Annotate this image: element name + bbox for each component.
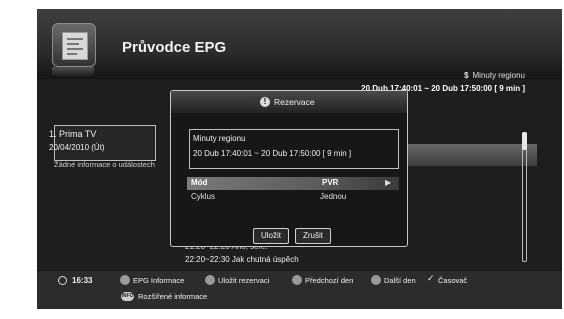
region-minutes-label: $ Minuty regionu xyxy=(464,71,525,80)
check-icon: ✓ xyxy=(427,273,435,283)
epg-info-hint[interactable]: EPG Informace xyxy=(133,276,184,285)
epg-header: Průvodce EPG xyxy=(37,9,562,79)
info-icon: ! xyxy=(260,97,270,107)
tv-screen: Průvodce EPG $ Minuty regionu 20 Dub 17:4… xyxy=(37,9,562,309)
epg-guide-icon-page xyxy=(62,32,88,60)
info-button-icon: INFO xyxy=(121,292,134,301)
reservation-program-name: Minuty regionu xyxy=(193,134,246,143)
cancel-button[interactable]: Zrušit xyxy=(295,228,331,244)
clock-icon xyxy=(58,276,67,285)
epg-guide-icon xyxy=(52,23,96,67)
extended-info-hint[interactable]: Rozšířené informace xyxy=(138,292,207,301)
region-minutes-text: Minuty regionu xyxy=(472,71,525,80)
epg-guide-icon-reflection xyxy=(52,67,94,77)
cycle-label: Cyklus xyxy=(191,192,216,201)
green-button-icon xyxy=(205,275,215,285)
blue-button-icon xyxy=(371,275,381,285)
cycle-value[interactable]: Jednou xyxy=(320,192,346,201)
reservation-time-range: 20 Dub 17:40:01 ~ 20 Dub 17:50:00 [ 9 mi… xyxy=(193,149,352,158)
program-highlight-bar xyxy=(407,144,537,166)
next-day-hint[interactable]: Další den xyxy=(384,276,416,285)
save-reservation-hint[interactable]: Uložit rezervaci xyxy=(218,276,269,285)
program-list-scrollbar[interactable] xyxy=(522,132,527,262)
yellow-button-icon xyxy=(292,275,302,285)
dialog-title: Rezervace xyxy=(274,97,315,107)
save-button[interactable]: Uložit xyxy=(253,228,289,244)
no-event-info: Žádné informace o událostech xyxy=(54,160,155,169)
timer-hint[interactable]: Časovač xyxy=(438,276,467,285)
region-minutes-icon: $ xyxy=(464,71,469,80)
mode-label: Mód xyxy=(191,178,208,187)
mode-selector-row[interactable] xyxy=(187,177,399,190)
program-item[interactable]: 22:20~22:30 Jak chutná úspěch xyxy=(185,255,299,264)
channel-name: 1. Prima TV xyxy=(49,129,97,139)
mode-value[interactable]: PVR xyxy=(322,178,338,187)
red-button-icon xyxy=(120,275,130,285)
chevron-right-icon[interactable]: ▶ xyxy=(385,178,391,187)
clock-time: 16:33 xyxy=(72,276,93,285)
channel-date: 20/04/2010 (Út) xyxy=(49,143,105,152)
page-title: Průvodce EPG xyxy=(122,39,227,56)
reservation-dialog: ! Rezervace Minuty regionu 20 Dub 17:40:… xyxy=(170,90,408,247)
scrollbar-thumb[interactable] xyxy=(522,132,527,150)
previous-day-hint[interactable]: Předchozí den xyxy=(305,276,353,285)
screen: Průvodce EPG $ Minuty regionu 20 Dub 17:4… xyxy=(0,0,564,319)
